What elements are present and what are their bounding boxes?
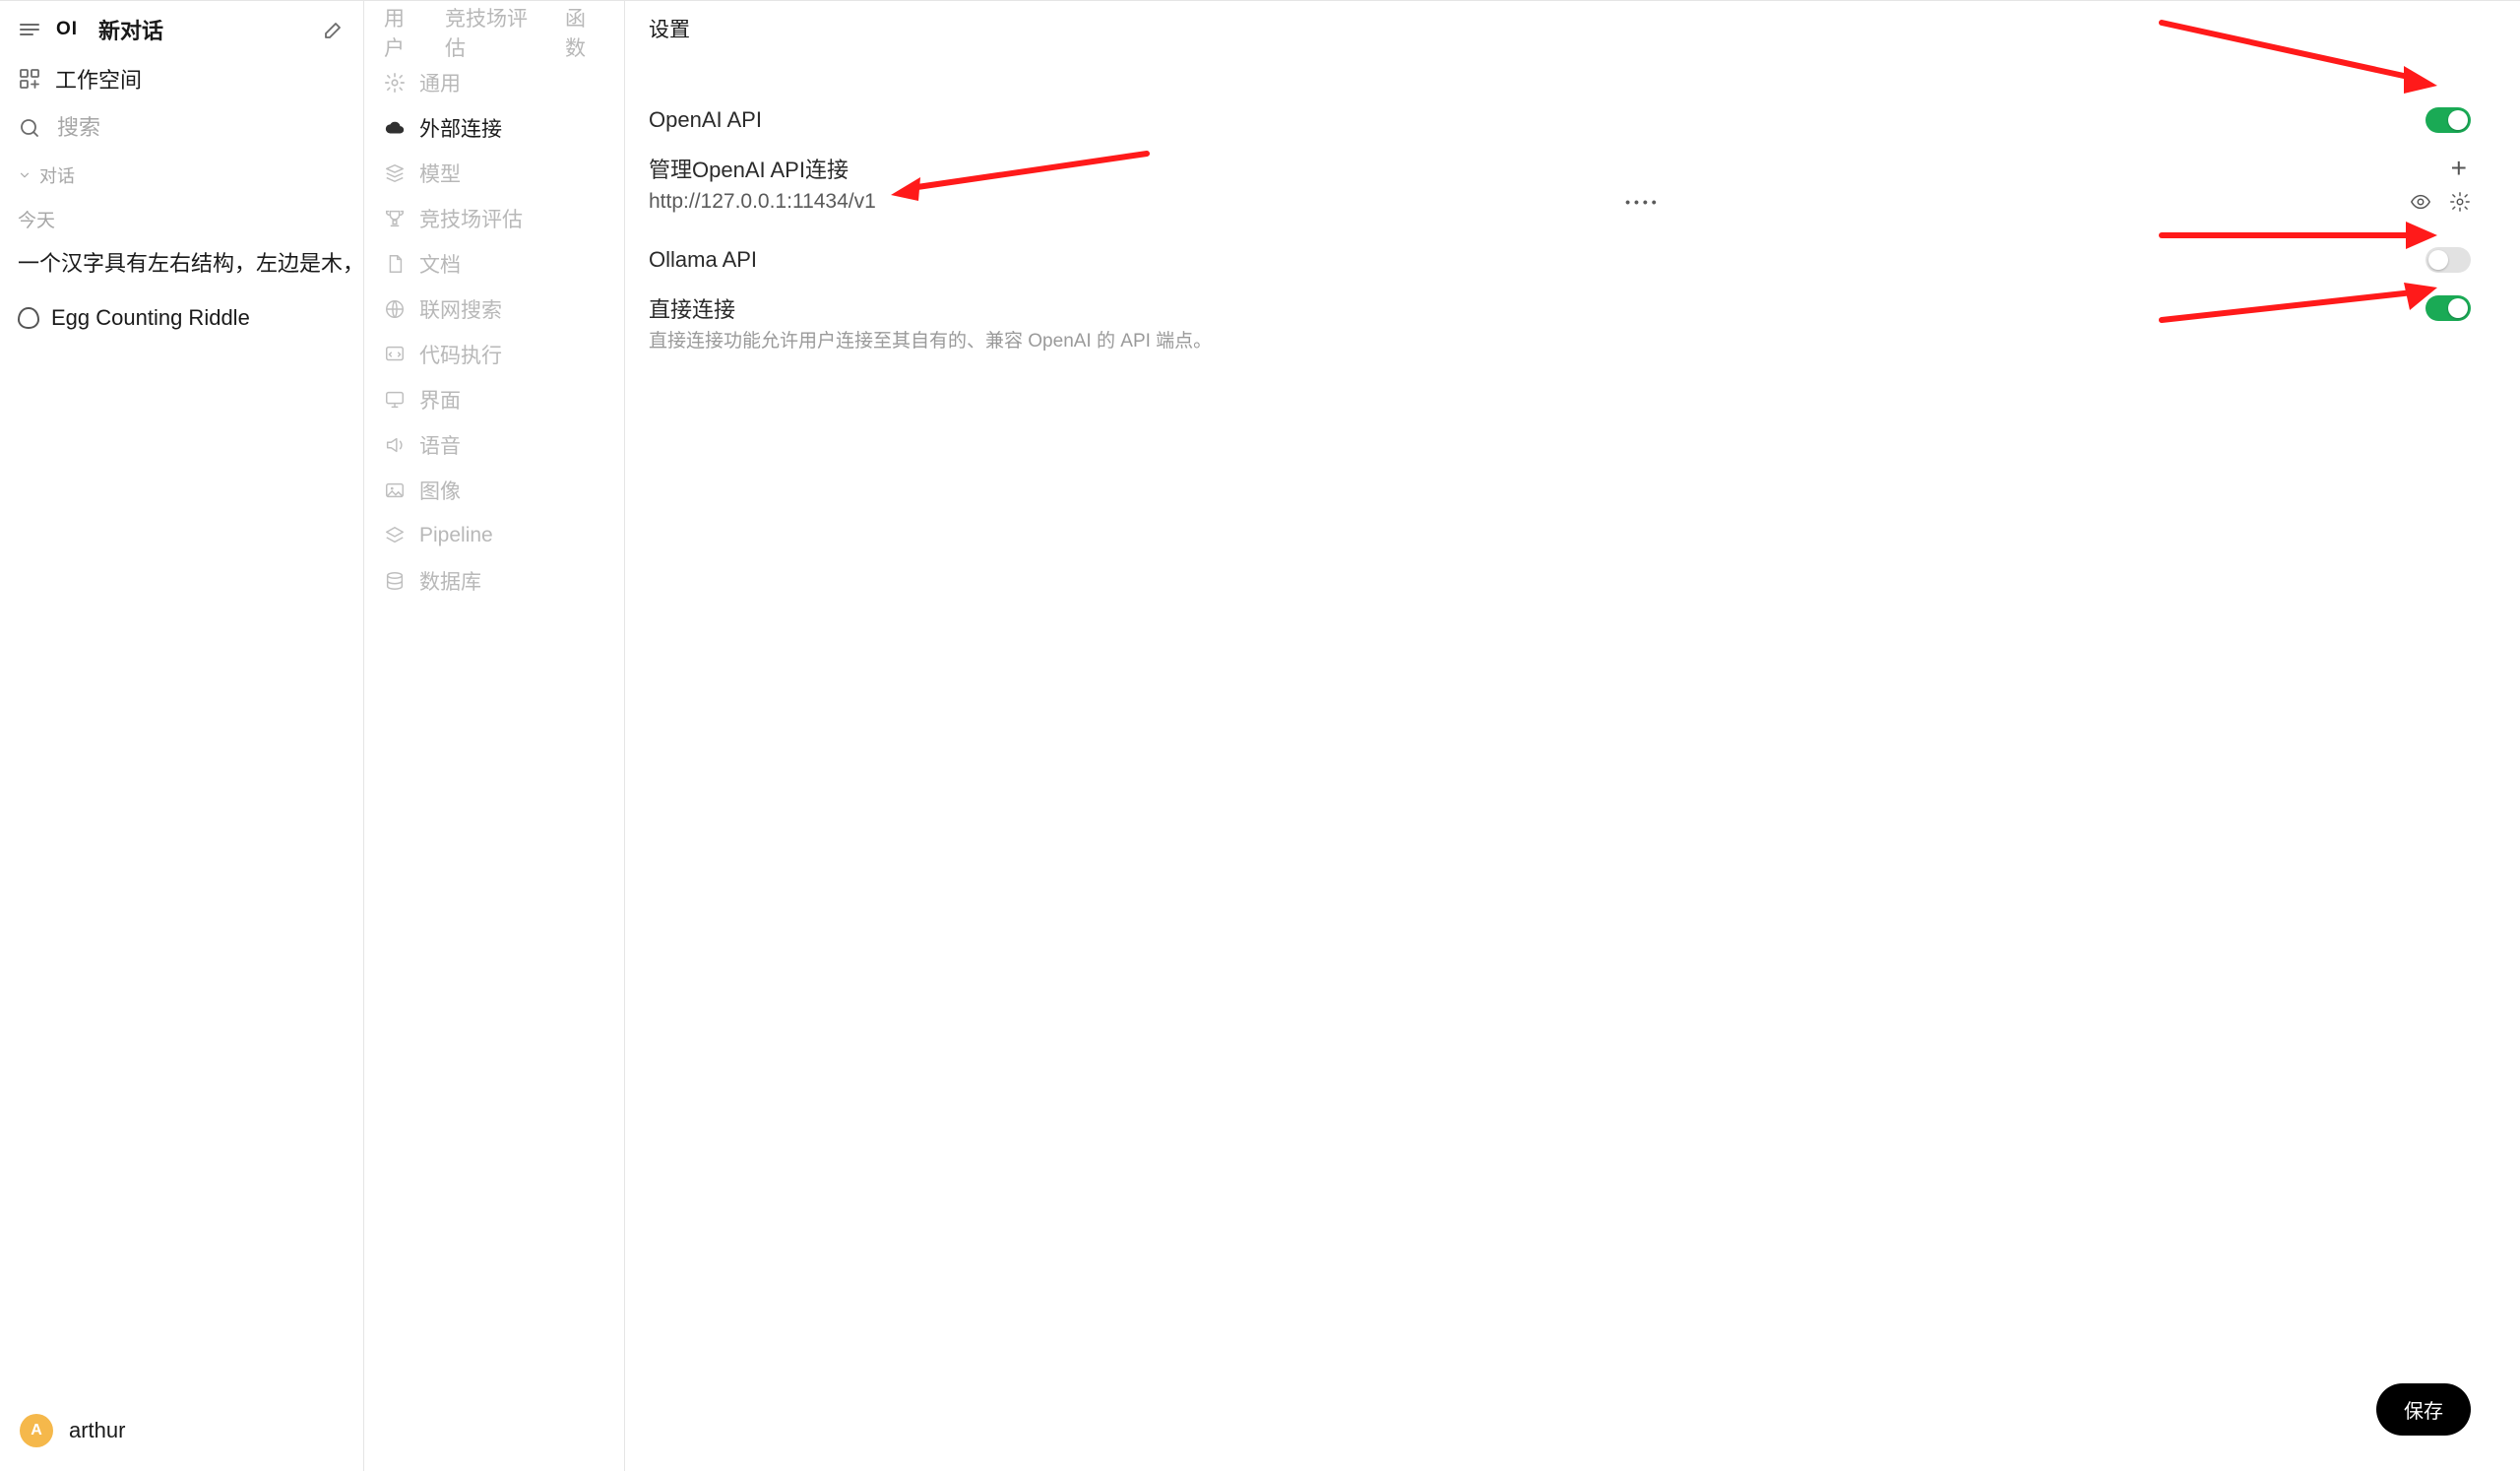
settings-body: OpenAI API 管理OpenAI API连接 + http://127.0… <box>625 56 2520 358</box>
subnav-code-exec[interactable]: 代码执行 <box>364 332 624 377</box>
subnav-websearch[interactable]: 联网搜索 <box>364 287 624 332</box>
subnav-label: Pipeline <box>419 524 493 547</box>
subnav-models[interactable]: 模型 <box>364 151 624 196</box>
workspace-row[interactable]: 工作空间 <box>0 54 363 103</box>
date-today-label: 今天 <box>0 194 363 236</box>
username: arthur <box>69 1418 125 1443</box>
subnav-label: 代码执行 <box>419 340 502 369</box>
subnav-label: 数据库 <box>419 566 481 596</box>
subnav-label: 语音 <box>419 430 461 460</box>
chat-section-label: 对话 <box>39 162 75 188</box>
code-icon <box>384 344 406 365</box>
openai-api-row: OpenAI API <box>649 97 2471 143</box>
egg-icon <box>18 307 39 329</box>
chat-item[interactable]: 一个汉字具有左右结构，左边是木， <box>0 236 363 290</box>
subnav-label: 界面 <box>419 385 461 415</box>
image-icon <box>384 480 406 501</box>
subnav-general[interactable]: 通用 <box>364 60 624 105</box>
subnav-pipeline[interactable]: Pipeline <box>364 513 624 558</box>
chat-section-header[interactable]: 对话 <box>0 153 363 194</box>
subnav-image[interactable]: 图像 <box>364 468 624 513</box>
subnav-interface[interactable]: 界面 <box>364 377 624 422</box>
direct-conn-label: 直接连接 <box>649 292 735 324</box>
subnav-label: 模型 <box>419 159 461 188</box>
ollama-api-label: Ollama API <box>649 247 757 273</box>
add-connection-button[interactable]: + <box>2447 155 2471 182</box>
menu-icon[interactable] <box>18 18 41 41</box>
openai-api-label: OpenAI API <box>649 107 762 133</box>
chat-item-title: 一个汉字具有左右结构，左边是木， <box>18 246 363 281</box>
chat-item-title: Egg Counting Riddle <box>51 300 250 335</box>
app-logo-icon: OI <box>55 18 79 41</box>
subnav-label: 图像 <box>419 476 461 505</box>
connection-secret[interactable]: •••• <box>892 194 2394 210</box>
layers-icon <box>384 525 406 546</box>
search-row[interactable] <box>0 103 363 153</box>
openai-api-manage-row: 管理OpenAI API连接 + <box>649 143 2471 184</box>
left-sidebar: OI 新对话 工作空间 对话 今天 一个汉字具有左右结构 <box>0 1 364 1471</box>
sub-nav: 用户 竞技场评估 函数 通用 外部连接 模型 竞技场评估 <box>364 1 625 1471</box>
connection-actions <box>2410 191 2471 213</box>
admin-tabs: 用户 竞技场评估 函数 <box>364 5 624 60</box>
sidebar-footer[interactable]: A arthur <box>0 1390 363 1471</box>
chat-item[interactable]: Egg Counting Riddle <box>0 290 363 345</box>
direct-conn-toggle[interactable] <box>2426 295 2471 321</box>
tab-users[interactable]: 用户 <box>384 3 423 62</box>
compose-icon[interactable] <box>322 18 346 41</box>
subnav-voice[interactable]: 语音 <box>364 422 624 468</box>
openai-connection-row: http://127.0.0.1:11434/v1 •••• <box>649 184 2471 233</box>
subnav-database[interactable]: 数据库 <box>364 558 624 604</box>
stack-icon <box>384 162 406 184</box>
app-root: OI 新对话 工作空间 对话 今天 一个汉字具有左右结构 <box>0 0 2520 1471</box>
subnav-documents[interactable]: 文档 <box>364 241 624 287</box>
workspace-label: 工作空间 <box>55 63 142 95</box>
openai-api-manage-label: 管理OpenAI API连接 <box>649 153 849 184</box>
tab-settings[interactable]: 设置 <box>649 14 690 43</box>
new-chat-title[interactable]: 新对话 <box>98 14 308 45</box>
avatar: A <box>20 1414 53 1447</box>
ollama-api-row: Ollama API <box>649 233 2471 283</box>
subnav-label: 通用 <box>419 68 461 97</box>
admin-tabs-overflow: 设置 <box>625 1 2520 56</box>
connection-url[interactable]: http://127.0.0.1:11434/v1 <box>649 190 876 214</box>
gear-icon[interactable] <box>2449 191 2471 213</box>
globe-icon <box>384 298 406 320</box>
search-icon <box>18 116 41 140</box>
subnav-external-connections[interactable]: 外部连接 <box>364 105 624 151</box>
direct-conn-row: 直接连接 <box>649 283 2471 326</box>
ollama-api-toggle[interactable] <box>2426 247 2471 273</box>
settings-main: 设置 OpenAI API 管理OpenAI API连接 + http://12… <box>625 1 2520 1471</box>
subnav-arena[interactable]: 竞技场评估 <box>364 196 624 241</box>
monitor-icon <box>384 389 406 411</box>
sidebar-top-row: OI 新对话 <box>0 1 363 54</box>
subnav-label: 外部连接 <box>419 113 502 143</box>
openai-api-toggle[interactable] <box>2426 107 2471 133</box>
gear-icon <box>384 72 406 94</box>
eye-icon[interactable] <box>2410 191 2431 213</box>
subnav-label: 联网搜索 <box>419 294 502 324</box>
content-area: 用户 竞技场评估 函数 通用 外部连接 模型 竞技场评估 <box>364 1 2520 1471</box>
search-input[interactable] <box>55 114 346 142</box>
database-icon <box>384 570 406 592</box>
trophy-icon <box>384 208 406 229</box>
tab-arena[interactable]: 竞技场评估 <box>445 3 543 62</box>
tab-functions[interactable]: 函数 <box>565 3 604 62</box>
direct-conn-desc: 直接连接功能允许用户连接至其自有的、兼容 OpenAI 的 API 端点。 <box>649 326 2471 358</box>
subnav-label: 竞技场评估 <box>419 204 523 233</box>
speaker-icon <box>384 434 406 456</box>
cloud-icon <box>384 117 406 139</box>
doc-icon <box>384 253 406 275</box>
chevron-down-icon <box>18 168 32 182</box>
save-button[interactable]: 保存 <box>2376 1383 2471 1436</box>
workspace-icon <box>18 67 41 91</box>
subnav-label: 文档 <box>419 249 461 279</box>
